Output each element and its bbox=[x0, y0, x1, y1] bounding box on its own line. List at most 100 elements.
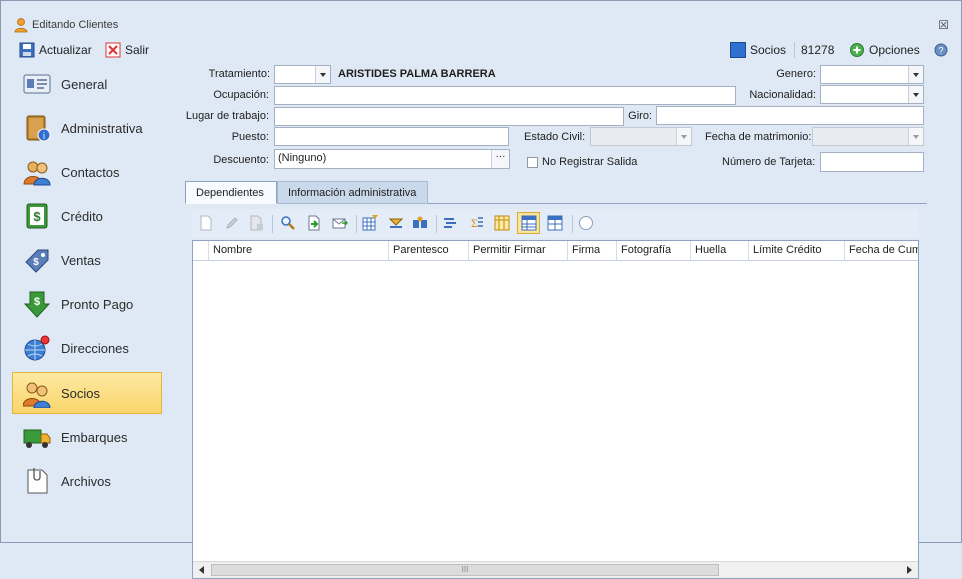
column-header[interactable]: Fotografía bbox=[616, 241, 690, 261]
main-toolbar: Actualizar Salir Socios 81278 Opciones ? bbox=[1, 39, 961, 61]
money-icon: $ bbox=[26, 203, 48, 229]
lugar-trabajo-field[interactable] bbox=[274, 107, 624, 126]
table-filter-icon[interactable] bbox=[362, 215, 378, 231]
exit-label: Salir bbox=[125, 43, 150, 57]
column-header[interactable]: Firma bbox=[567, 241, 616, 261]
save-icon bbox=[19, 42, 35, 58]
sidebar-item-label: Crédito bbox=[61, 208, 103, 224]
sidebar-item-label: Direcciones bbox=[61, 340, 129, 356]
dependents-grid[interactable]: Nombre Parentesco Permitir Firmar Firma … bbox=[192, 240, 919, 579]
fecha-matrimonio-select[interactable] bbox=[812, 127, 924, 146]
toolbar-separator bbox=[272, 215, 273, 233]
grid-header: Nombre Parentesco Permitir Firmar Firma … bbox=[193, 241, 918, 261]
money-down-icon: $ bbox=[23, 291, 51, 318]
sum-icon[interactable]: Σ bbox=[468, 215, 484, 231]
num-tarjeta-label: Número de Tarjeta: bbox=[722, 156, 816, 168]
sidebar-item-label: General bbox=[61, 76, 108, 92]
grid-view-button[interactable] bbox=[517, 212, 540, 234]
column-header[interactable]: Parentesco bbox=[388, 241, 468, 261]
nacionalidad-select[interactable] bbox=[820, 85, 924, 104]
estado-civil-select[interactable] bbox=[590, 127, 692, 146]
sidebar-item-administrativa[interactable]: i Administrativa bbox=[13, 107, 163, 149]
sidebar-item-label: Archivos bbox=[61, 473, 111, 489]
id-card-icon bbox=[23, 74, 51, 94]
column-header[interactable]: Límite Crédito bbox=[748, 241, 844, 261]
svg-text:$: $ bbox=[33, 209, 41, 224]
window-title: Editando Clientes bbox=[32, 19, 119, 31]
scroll-thumb[interactable]: III bbox=[211, 564, 719, 576]
num-tarjeta-field[interactable] bbox=[820, 152, 924, 172]
sidebar-item-pronto-pago[interactable]: $ Pronto Pago bbox=[13, 283, 163, 325]
column-header[interactable]: Huella bbox=[690, 241, 748, 261]
ocupacion-field[interactable] bbox=[274, 86, 736, 105]
sidebar-item-credito[interactable]: $ Crédito bbox=[13, 195, 163, 237]
sidebar-item-direcciones[interactable]: Direcciones bbox=[13, 327, 163, 369]
search-icon[interactable] bbox=[280, 215, 296, 231]
no-registrar-label: No Registrar Salida bbox=[542, 156, 638, 168]
sidebar-item-label: Ventas bbox=[61, 252, 101, 268]
sidebar-item-general[interactable]: General bbox=[13, 63, 163, 105]
svg-text:$: $ bbox=[34, 296, 40, 308]
tab-informacion-administrativa[interactable]: Información administrativa bbox=[277, 181, 428, 204]
sidebar-item-embarques[interactable]: Embarques bbox=[13, 416, 163, 458]
descuento-field[interactable]: (Ninguno) ··· bbox=[274, 149, 510, 169]
chevron-down-icon[interactable] bbox=[908, 86, 923, 103]
column-header[interactable]: Fecha de Cum bbox=[844, 241, 918, 261]
column-header[interactable]: Nombre bbox=[208, 241, 388, 261]
new-document-icon[interactable] bbox=[198, 215, 214, 231]
globe-pin-icon bbox=[24, 335, 50, 361]
editing-clients-window: Editando Clientes ☒ Actualizar Salir Soc… bbox=[0, 0, 962, 579]
tratamiento-select[interactable] bbox=[274, 65, 331, 84]
import-icon[interactable] bbox=[306, 215, 322, 231]
toolbar-separator bbox=[436, 215, 437, 233]
tab-strip: Dependientes Información administrativa bbox=[185, 181, 927, 204]
sidebar-item-socios[interactable]: Socios bbox=[12, 372, 162, 414]
save-button[interactable]: Actualizar bbox=[19, 41, 92, 59]
tab-dependientes[interactable]: Dependientes bbox=[185, 181, 277, 204]
ellipsis-button[interactable]: ··· bbox=[491, 150, 509, 168]
help-icon[interactable]: ? bbox=[934, 43, 948, 57]
fecha-matrimonio-label: Fecha de matrimonio: bbox=[705, 131, 812, 143]
group-icon[interactable] bbox=[412, 215, 428, 231]
exit-button[interactable]: Salir bbox=[105, 41, 149, 59]
sidebar-item-archivos[interactable]: Archivos bbox=[13, 460, 163, 502]
column-header[interactable]: Permitir Firmar bbox=[468, 241, 567, 261]
chevron-down-icon[interactable] bbox=[315, 66, 330, 83]
svg-text:$: $ bbox=[33, 257, 39, 268]
sidebar-item-label: Embarques bbox=[61, 429, 128, 445]
scroll-right-icon[interactable] bbox=[907, 566, 912, 574]
svg-text:Σ: Σ bbox=[471, 216, 478, 230]
sidebar-item-ventas[interactable]: $ Ventas bbox=[13, 239, 163, 281]
client-form-panel: Tratamiento: ARISTIDES PALMA BARRERA Gen… bbox=[171, 61, 931, 579]
toolbar-divider bbox=[794, 42, 795, 58]
chevron-down-icon[interactable] bbox=[908, 66, 923, 83]
grid-toolbar: Σ bbox=[192, 209, 919, 238]
scroll-left-icon[interactable] bbox=[199, 566, 204, 574]
export-mail-icon[interactable] bbox=[332, 215, 348, 231]
giro-field[interactable] bbox=[656, 106, 924, 125]
close-icon[interactable]: ☒ bbox=[938, 18, 949, 32]
sidebar-item-label: Socios bbox=[61, 385, 101, 401]
puesto-field[interactable] bbox=[274, 127, 509, 146]
columns-icon[interactable] bbox=[494, 215, 510, 231]
estado-civil-label: Estado Civil: bbox=[524, 131, 586, 143]
svg-text:?: ? bbox=[938, 46, 943, 56]
card-view-icon[interactable] bbox=[547, 215, 563, 231]
tratamiento-label: Tratamiento: bbox=[208, 68, 270, 80]
delete-icon[interactable] bbox=[248, 215, 264, 231]
edit-icon[interactable] bbox=[224, 215, 240, 231]
no-registrar-checkbox[interactable] bbox=[527, 157, 538, 168]
chevron-down-icon[interactable] bbox=[676, 128, 691, 145]
grid-view-icon bbox=[521, 215, 537, 231]
circle-icon[interactable] bbox=[578, 215, 594, 231]
options-button[interactable]: Opciones bbox=[849, 41, 920, 59]
giro-label: Giro: bbox=[628, 110, 652, 122]
dependents-grid-area: Σ Nombre Parentesco Permitir Firmar Firm… bbox=[192, 209, 919, 579]
sort-icon[interactable] bbox=[388, 215, 404, 231]
socios-indicator[interactable]: Socios bbox=[730, 41, 786, 59]
sidebar-item-contactos[interactable]: Contactos bbox=[13, 151, 163, 193]
align-icon[interactable] bbox=[442, 215, 458, 231]
genero-select[interactable] bbox=[820, 65, 924, 84]
chevron-down-icon[interactable] bbox=[908, 128, 923, 145]
horizontal-scrollbar[interactable]: III bbox=[193, 561, 918, 578]
